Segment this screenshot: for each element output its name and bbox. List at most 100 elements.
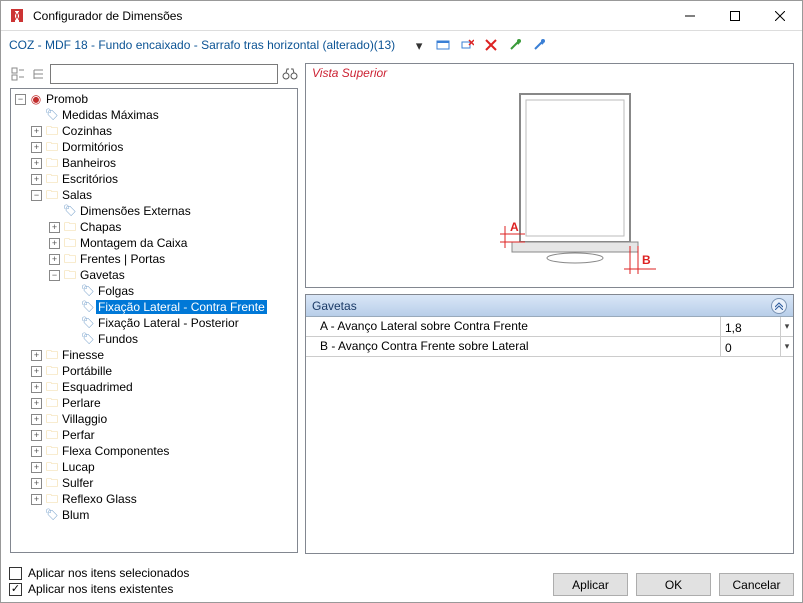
- tree-root[interactable]: Promob: [44, 92, 88, 106]
- folder-icon: 🗀: [44, 429, 60, 441]
- tree-item[interactable]: Dimensões Externas: [78, 204, 191, 218]
- tree-list-icon[interactable]: [30, 66, 46, 82]
- tree-item[interactable]: Reflexo Glass: [60, 492, 137, 506]
- preview-pane: Vista Superior A: [305, 63, 794, 288]
- properties-header[interactable]: Gavetas: [306, 295, 793, 317]
- folder-icon: 🗀: [44, 349, 60, 361]
- dropdown-arrow-icon[interactable]: ▾: [780, 317, 793, 336]
- pin-blue-icon[interactable]: [531, 37, 547, 53]
- property-value-input[interactable]: [721, 317, 780, 336]
- tree-item[interactable]: Portábille: [60, 364, 112, 378]
- property-name: B - Avanço Contra Frente sobre Lateral: [306, 337, 721, 356]
- folder-icon: 🗀: [44, 365, 60, 377]
- tree-item[interactable]: Lucap: [60, 460, 95, 474]
- folder-icon: 🗀: [44, 461, 60, 473]
- collapse-icon[interactable]: [771, 298, 787, 314]
- tree-item[interactable]: Perlare: [60, 396, 101, 410]
- expand-toggle[interactable]: −: [15, 94, 26, 105]
- folder-icon: 🗀: [44, 413, 60, 425]
- tree-item[interactable]: Salas: [60, 188, 92, 202]
- window-title: Configurador de Dimensões: [33, 9, 182, 23]
- checkbox-label: Aplicar nos itens selecionados: [28, 566, 189, 580]
- properties-panel: Gavetas A - Avanço Lateral sobre Contra …: [305, 294, 794, 554]
- tree-view[interactable]: − ◉ Promob 🏷 Medidas Máximas + 🗀 Cozinha…: [10, 88, 298, 553]
- dropdown-arrow-icon[interactable]: ▾: [411, 37, 427, 53]
- tree-item[interactable]: Villaggio: [60, 412, 107, 426]
- tree-item-selected: 🏷 Fixação Lateral - Contra Frente: [11, 299, 297, 315]
- folder-icon: 🗀: [44, 189, 60, 201]
- tree-item[interactable]: Montagem da Caixa: [78, 236, 187, 250]
- folder-icon: 🗀: [62, 221, 78, 233]
- folder-icon: 🗀: [44, 477, 60, 489]
- property-name: A - Avanço Lateral sobre Contra Frente: [306, 317, 721, 336]
- svg-text:B: B: [642, 253, 651, 267]
- apply-button[interactable]: Aplicar: [553, 573, 628, 596]
- close-button[interactable]: [757, 1, 802, 31]
- tree-item[interactable]: Banheiros: [60, 156, 116, 170]
- folder-icon: 🗀: [62, 237, 78, 249]
- folder-icon: 🗀: [44, 173, 60, 185]
- tree-item[interactable]: Folgas: [96, 284, 134, 298]
- box-icon[interactable]: [435, 37, 451, 53]
- tag-icon: 🏷: [80, 286, 96, 297]
- tree-item[interactable]: Gavetas: [78, 268, 125, 282]
- globe-icon: ◉: [28, 93, 44, 105]
- folder-icon: 🗀: [44, 445, 60, 457]
- tree-item[interactable]: Dormitórios: [60, 140, 123, 154]
- tag-icon: 🏷: [80, 302, 96, 313]
- minimize-button[interactable]: [667, 1, 712, 31]
- path-bar: COZ - MDF 18 - Fundo encaixado - Sarrafo…: [1, 31, 802, 59]
- tree-item[interactable]: Escritórios: [60, 172, 118, 186]
- tree-item[interactable]: Fundos: [96, 332, 138, 346]
- delete-x-icon[interactable]: [483, 37, 499, 53]
- app-icon: [9, 8, 25, 24]
- folder-icon: 🗀: [62, 253, 78, 265]
- tag-icon: 🏷: [62, 206, 78, 217]
- left-panel: − ◉ Promob 🏷 Medidas Máximas + 🗀 Cozinha…: [9, 63, 299, 554]
- tag-icon: 🏷: [80, 318, 96, 329]
- property-row: A - Avanço Lateral sobre Contra Frente ▾: [306, 317, 793, 337]
- folder-icon: 🗀: [44, 381, 60, 393]
- binoculars-icon[interactable]: [282, 66, 298, 82]
- tree-item[interactable]: Fixação Lateral - Posterior: [96, 316, 239, 330]
- tree-item[interactable]: Flexa Componentes: [60, 444, 169, 458]
- config-path[interactable]: COZ - MDF 18 - Fundo encaixado - Sarrafo…: [9, 38, 395, 52]
- remove-box-icon[interactable]: [459, 37, 475, 53]
- tree-item[interactable]: Sulfer: [60, 476, 93, 490]
- ok-button[interactable]: OK: [636, 573, 711, 596]
- tree-item[interactable]: Esquadrimed: [60, 380, 133, 394]
- checkbox-icon[interactable]: ✓: [9, 583, 22, 596]
- folder-icon: 🗀: [62, 269, 78, 281]
- tree-collapse-icon[interactable]: [10, 66, 26, 82]
- properties-title: Gavetas: [312, 299, 357, 313]
- expand-toggle[interactable]: +: [31, 126, 42, 137]
- folder-icon: 🗀: [44, 397, 60, 409]
- dropdown-arrow-icon[interactable]: ▾: [780, 337, 793, 356]
- top-view-drawing: A B: [420, 86, 680, 286]
- folder-icon: 🗀: [44, 141, 60, 153]
- cancel-button[interactable]: Cancelar: [719, 573, 794, 596]
- pin-green-icon[interactable]: [507, 37, 523, 53]
- property-row: B - Avanço Contra Frente sobre Lateral ▾: [306, 337, 793, 357]
- checkbox-label: Aplicar nos itens existentes: [28, 582, 173, 596]
- tag-icon: 🏷: [44, 510, 60, 521]
- tag-icon: 🏷: [80, 334, 96, 345]
- search-input[interactable]: [50, 64, 278, 84]
- tag-icon: 🏷: [44, 110, 60, 121]
- tree-item[interactable]: Finesse: [60, 348, 104, 362]
- tree-item[interactable]: Cozinhas: [60, 124, 112, 138]
- folder-icon: 🗀: [44, 157, 60, 169]
- folder-icon: 🗀: [44, 125, 60, 137]
- tree-item[interactable]: Chapas: [78, 220, 121, 234]
- tree-item[interactable]: Blum: [60, 508, 89, 522]
- property-value-input[interactable]: [721, 337, 780, 356]
- checkbox-icon[interactable]: [9, 567, 22, 580]
- maximize-button[interactable]: [712, 1, 757, 31]
- title-bar: Configurador de Dimensões: [1, 1, 802, 31]
- tree-item[interactable]: Medidas Máximas: [60, 108, 159, 122]
- folder-icon: 🗀: [44, 493, 60, 505]
- preview-title: Vista Superior: [312, 66, 387, 80]
- tree-item[interactable]: Frentes | Portas: [78, 252, 165, 266]
- svg-text:A: A: [510, 220, 519, 234]
- tree-item[interactable]: Perfar: [60, 428, 95, 442]
